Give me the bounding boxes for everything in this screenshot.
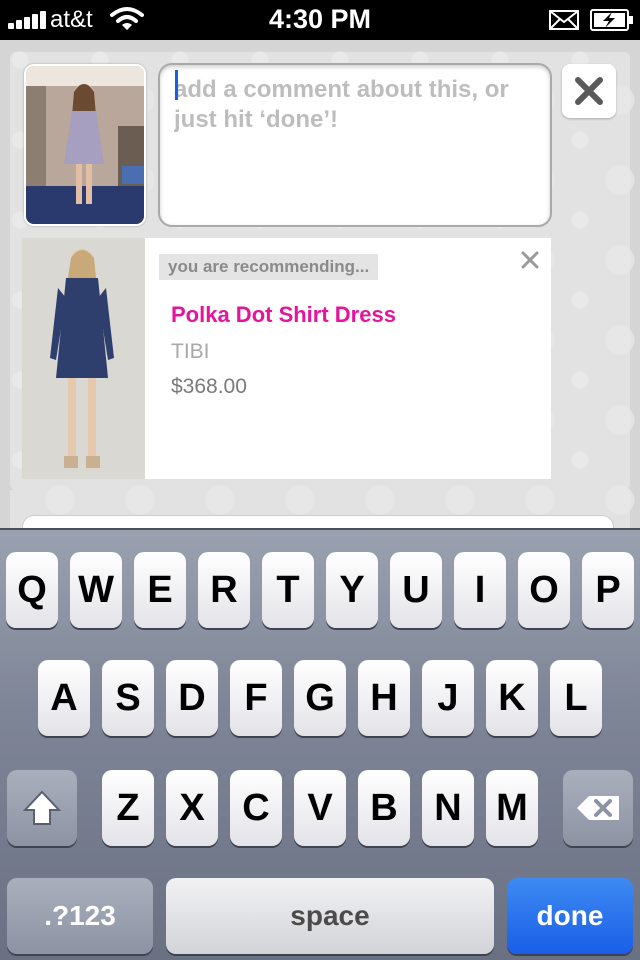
text-cursor	[175, 70, 178, 100]
key-a[interactable]: A	[38, 660, 90, 736]
key-b[interactable]: B	[358, 770, 410, 846]
shift-key[interactable]	[7, 770, 77, 846]
recommendation-card: you are recommending... Polka Dot Shirt …	[22, 238, 551, 479]
outfit-photo	[24, 64, 146, 226]
done-key[interactable]: done	[507, 878, 633, 954]
key-p[interactable]: P	[582, 552, 634, 628]
key-k[interactable]: K	[486, 660, 538, 736]
key-t[interactable]: T	[262, 552, 314, 628]
backspace-icon	[577, 796, 619, 820]
key-q[interactable]: Q	[6, 552, 58, 628]
key-y[interactable]: Y	[326, 552, 378, 628]
product-price: $368.00	[171, 375, 247, 398]
space-key[interactable]: space	[166, 878, 494, 954]
mail-icon	[549, 10, 579, 30]
remove-recommendation-icon[interactable]	[520, 250, 540, 270]
shift-arrow-icon	[22, 790, 62, 825]
key-v[interactable]: V	[294, 770, 346, 846]
clock: 4:30 PM	[268, 4, 372, 34]
key-z[interactable]: Z	[102, 770, 154, 846]
key-o[interactable]: O	[518, 552, 570, 628]
numbers-key[interactable]: .?123	[7, 878, 153, 954]
key-c[interactable]: C	[230, 770, 282, 846]
status-bar: at&t 4:30 PM	[0, 0, 640, 40]
comment-input[interactable]	[174, 75, 539, 215]
backspace-key[interactable]	[563, 770, 633, 846]
key-j[interactable]: J	[422, 660, 474, 736]
key-l[interactable]: L	[550, 660, 602, 736]
comment-field-frame	[158, 63, 552, 227]
key-d[interactable]: D	[166, 660, 218, 736]
key-f[interactable]: F	[230, 660, 282, 736]
product-brand: TIBI	[171, 340, 210, 363]
key-n[interactable]: N	[422, 770, 474, 846]
key-w[interactable]: W	[70, 552, 122, 628]
key-u[interactable]: U	[390, 552, 442, 628]
close-button[interactable]	[562, 64, 616, 118]
close-icon	[575, 77, 603, 105]
battery-charging-icon	[590, 9, 633, 31]
key-m[interactable]: M	[486, 770, 538, 846]
key-x[interactable]: X	[166, 770, 218, 846]
product-photo	[22, 238, 145, 479]
product-name[interactable]: Polka Dot Shirt Dress	[171, 302, 396, 328]
key-r[interactable]: R	[198, 552, 250, 628]
key-e[interactable]: E	[134, 552, 186, 628]
key-i[interactable]: I	[454, 552, 506, 628]
key-h[interactable]: H	[358, 660, 410, 736]
key-s[interactable]: S	[102, 660, 154, 736]
recommending-badge: you are recommending...	[159, 254, 379, 280]
key-g[interactable]: G	[294, 660, 346, 736]
